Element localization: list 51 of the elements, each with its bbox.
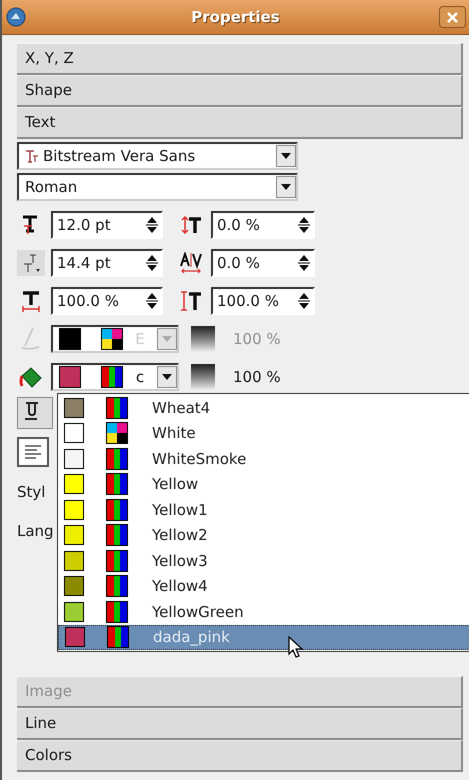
spin-arrows-icon bbox=[145, 291, 159, 311]
spin-field[interactable]: 12.0 pt bbox=[51, 211, 163, 239]
rgb-icon bbox=[106, 498, 128, 521]
rgb-icon bbox=[106, 550, 128, 572]
color-name: c bbox=[136, 366, 144, 388]
spin-arrows-icon bbox=[145, 253, 159, 273]
cmyk-icon bbox=[101, 328, 123, 350]
style-label: Styl bbox=[17, 482, 46, 503]
section-header[interactable]: Line bbox=[17, 708, 463, 740]
rgb-icon bbox=[106, 575, 128, 598]
close-icon bbox=[447, 12, 458, 22]
shade-gradient-icon bbox=[191, 326, 215, 352]
close-button[interactable] bbox=[439, 6, 466, 28]
font-name: Bitstream Vera Sans bbox=[43, 146, 196, 167]
color-dropdown[interactable]: c bbox=[51, 363, 179, 391]
spin-field[interactable]: 14.4 pt bbox=[51, 249, 163, 277]
spin-field[interactable]: 0.0 % bbox=[211, 211, 315, 239]
font-dropdown[interactable]: Bitstream Vera Sans bbox=[17, 142, 298, 170]
shade-value: 100 % bbox=[233, 366, 281, 388]
cmyk-icon bbox=[106, 422, 128, 444]
rgb-icon bbox=[101, 366, 123, 388]
rgb-icon bbox=[106, 396, 128, 419]
spin-arrows-icon bbox=[297, 253, 311, 273]
rgb-icon bbox=[106, 448, 128, 470]
section-header[interactable]: X, Y, Z bbox=[17, 43, 463, 75]
section-header[interactable]: Shape bbox=[17, 75, 463, 107]
spin-field[interactable]: 100.0 % bbox=[211, 287, 315, 315]
rgb-icon bbox=[107, 626, 129, 648]
spin-arrows-icon bbox=[297, 291, 311, 311]
spin-arrows-icon bbox=[145, 215, 159, 235]
app-icon bbox=[6, 7, 26, 27]
shade-gradient-icon bbox=[191, 364, 215, 390]
underline-button[interactable] bbox=[17, 397, 53, 429]
shade-value: 100 % bbox=[233, 328, 281, 350]
align-left-button[interactable] bbox=[17, 437, 49, 467]
language-label: Lang bbox=[17, 520, 54, 542]
spin-field[interactable]: 0.0 % bbox=[211, 249, 315, 277]
style-dropdown[interactable]: Roman bbox=[17, 173, 298, 201]
section-header[interactable]: Colors bbox=[17, 740, 463, 772]
text-linespacing-icon bbox=[17, 250, 45, 276]
rgb-icon bbox=[106, 600, 128, 623]
align-left-icon bbox=[24, 444, 42, 460]
section-header[interactable]: Text bbox=[17, 107, 463, 139]
style-name: Roman bbox=[25, 176, 78, 198]
text-tracking-icon bbox=[177, 250, 205, 276]
spin-field[interactable]: 100.0 % bbox=[51, 287, 163, 315]
window-title: Properties bbox=[191, 6, 280, 28]
rgb-icon bbox=[106, 524, 128, 546]
font-type-icon bbox=[25, 149, 39, 163]
rgb-icon bbox=[106, 473, 128, 496]
spin-arrows-icon bbox=[297, 215, 311, 235]
